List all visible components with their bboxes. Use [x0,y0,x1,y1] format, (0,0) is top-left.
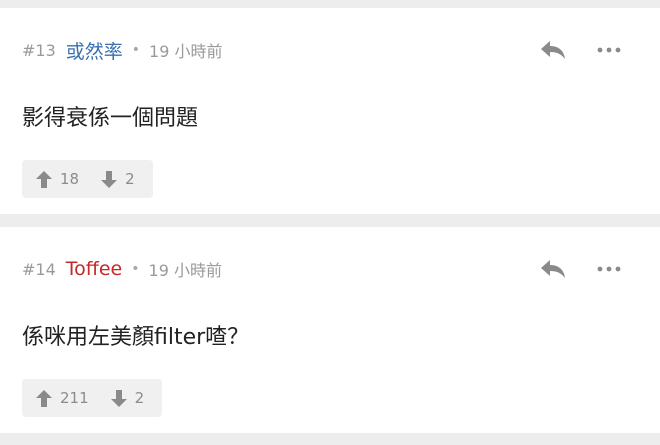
author-name[interactable]: Toffee [66,258,122,280]
separator-dot: • [131,42,141,58]
post-14: #14 Toffee • 19 小時前 係咪用左美顏filter喳？ 211 2 [0,227,660,433]
more-options-icon[interactable] [594,36,624,64]
downvote-button[interactable]: 2 [110,389,145,407]
floor-number: #14 [22,259,56,279]
downvote-arrow-icon [101,170,118,188]
separator-dot: • [131,261,140,277]
upvote-arrow-icon [36,170,52,188]
reply-icon[interactable] [538,255,568,283]
floor-number: #13 [22,40,56,60]
more-options-icon[interactable] [594,255,624,283]
post-content: 係咪用左美顏filter喳？ [22,325,250,350]
downvote-count: 2 [125,170,135,188]
post-header: #14 Toffee • 19 小時前 [22,257,222,281]
downvote-button[interactable]: 2 [101,170,135,188]
post-header: #13 或然率 • 19 小時前 [22,37,223,64]
vote-bar: 18 2 [22,160,153,198]
post-time: 19 小時前 [149,42,223,61]
post-content: 影得衰係一個問題 [22,106,199,131]
upvote-button[interactable]: 211 [36,389,89,407]
upvote-button[interactable]: 18 [36,170,79,188]
upvote-count: 211 [60,389,89,407]
reply-icon[interactable] [538,36,568,64]
post-13: #13 或然率 • 19 小時前 影得衰係一個問題 18 2 [0,8,660,214]
author-name[interactable]: 或然率 [66,37,123,64]
post-time: 19 小時前 [148,261,222,280]
downvote-count: 2 [134,389,145,407]
upvote-count: 18 [60,170,80,188]
downvote-arrow-icon [110,389,127,407]
upvote-arrow-icon [36,389,52,407]
vote-bar: 211 2 [22,379,163,417]
